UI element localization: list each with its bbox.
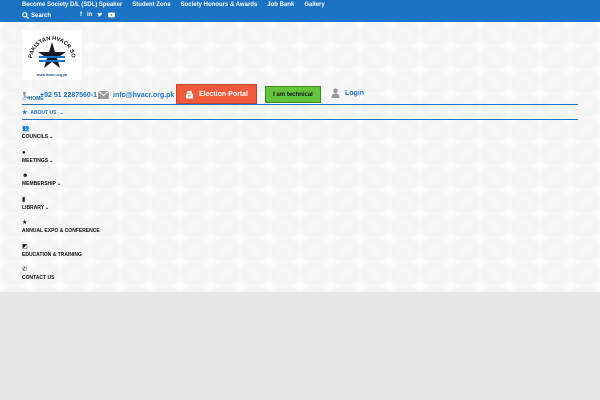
email-address: info@hvacr.org.pk (113, 91, 175, 99)
star-icon: ★ (22, 110, 28, 116)
login-label: Login (345, 89, 365, 97)
page-footer-area (0, 292, 600, 400)
phone-icon: ✆ (22, 267, 28, 273)
nav-about-label: ABOUT US (30, 109, 57, 116)
menu-item-contact-us[interactable]: ✆ CONTACT US (22, 265, 222, 289)
nav-home[interactable]: ⌂ HOME (22, 94, 44, 104)
top-links: Become Society D/L (SDL) Speaker Student… (22, 2, 325, 8)
education-icon: ◩ (22, 243, 28, 250)
menu-item-label: ANNUAL EXPO & CONFERENCE (22, 228, 100, 234)
top-link-gallery[interactable]: Gallery (304, 2, 324, 8)
top-link-speaker[interactable]: Become Society D/L (SDL) Speaker (22, 2, 122, 8)
nav-about-us[interactable]: ★ ABOUT US ⌄ (22, 109, 64, 117)
login-link[interactable]: Login (331, 88, 364, 98)
chevron-down-icon: ⌄ (59, 109, 64, 116)
top-link-job-bank[interactable]: Job Bank (267, 2, 294, 8)
ballot-box-icon (185, 90, 194, 99)
i-am-technical-label: I am technical (273, 91, 313, 98)
home-icon: ⌂ (22, 96, 26, 102)
menu-item-councils[interactable]: 👥 COUNCILS⌄ (22, 124, 222, 148)
users-icon: 👥 (22, 126, 30, 132)
top-bar-row2: Search f in (22, 12, 116, 19)
menu-item-annual-expo[interactable]: ★ ANNUAL EXPO & CONFERENCE (22, 218, 222, 242)
facebook-icon[interactable]: f (80, 12, 82, 18)
chevron-down-icon: ⌄ (49, 157, 54, 164)
top-bar: Become Society D/L (SDL) Speaker Student… (0, 0, 600, 22)
twitter-icon[interactable] (97, 12, 104, 18)
menu-item-meetings[interactable]: ● MEETINGS⌄ (22, 148, 222, 172)
phone-number: +92 51 2287560-1 (40, 91, 98, 99)
envelope-icon (98, 91, 109, 99)
main-menu: 👥 COUNCILS⌄ ● MEETINGS⌄ ☻ MEMBERSHIP⌄ ▮ … (22, 124, 222, 289)
i-am-technical-button[interactable]: I am technical (265, 86, 321, 103)
search-icon (22, 12, 29, 19)
menu-item-label: LIBRARY (22, 204, 45, 211)
menu-item-education[interactable]: ◩ EDUCATION & TRAINING (22, 242, 222, 266)
email-contact[interactable]: info@hvacr.org.pk (98, 91, 174, 99)
top-link-student-zone[interactable]: Student Zone (132, 2, 170, 8)
search-button[interactable]: Search (22, 12, 51, 19)
user-plus-icon: ☻ (22, 173, 29, 179)
search-label: Search (31, 12, 52, 19)
top-link-honours[interactable]: Society Honours & Awards (181, 2, 258, 8)
menu-item-label: MEETINGS (22, 157, 49, 164)
election-portal-button[interactable]: Election Portal (176, 84, 257, 104)
chevron-down-icon: ⌄ (45, 204, 50, 211)
book-icon: ▮ (22, 196, 26, 203)
nav-home-label: HOME (28, 96, 44, 102)
menu-item-label: CONTACT US (22, 275, 55, 281)
linkedin-icon[interactable]: in (87, 12, 92, 18)
election-portal-label: Election Portal (198, 90, 248, 98)
chevron-down-icon: ⌄ (56, 181, 62, 187)
menu-item-membership[interactable]: ☻ MEMBERSHIP⌄ (22, 171, 222, 195)
meeting-icon: ● (22, 149, 26, 156)
logo-graphic: PAKISTAN HVACR SOCIETY www.hvacr.org.pk (20, 26, 76, 77)
social-links: f in (80, 12, 116, 18)
menu-item-label: COUNCILS (22, 134, 49, 140)
youtube-icon[interactable] (108, 12, 116, 18)
nav-divider-top (22, 104, 578, 105)
logo-url: www.hvacr.org.pk (36, 73, 68, 77)
nav-divider-bottom (22, 119, 578, 120)
chevron-down-icon: ⌄ (49, 134, 54, 140)
user-icon (331, 88, 340, 98)
menu-item-label: EDUCATION & TRAINING (22, 251, 82, 258)
society-logo[interactable]: PAKISTAN HVACR SOCIETY www.hvacr.org.pk (20, 26, 82, 80)
menu-item-library[interactable]: ▮ LIBRARY⌄ (22, 195, 222, 219)
menu-item-label: MEMBERSHIP (22, 181, 56, 187)
star-icon: ★ (22, 220, 28, 226)
